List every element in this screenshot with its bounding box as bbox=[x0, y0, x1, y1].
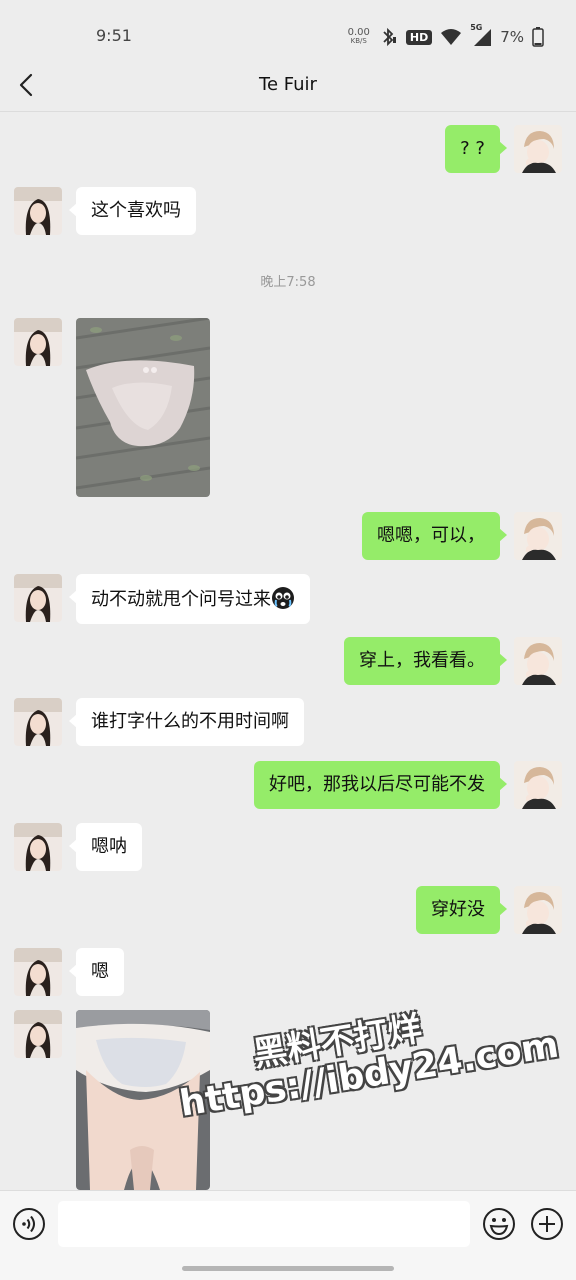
chat-header: Te Fuir bbox=[0, 60, 576, 112]
contact-avatar[interactable] bbox=[14, 823, 62, 871]
contact-avatar[interactable] bbox=[14, 187, 62, 235]
message-text: 动不动就甩个问号过来 bbox=[91, 589, 271, 610]
crying-face-icon bbox=[272, 587, 294, 609]
chat-title: Te Fuir bbox=[259, 74, 317, 95]
message-bubble-received[interactable]: 嗯呐 bbox=[69, 823, 142, 871]
my-avatar[interactable] bbox=[514, 125, 562, 173]
contact-avatar[interactable] bbox=[14, 698, 62, 746]
message-bubble-received[interactable]: 谁打字什么的不用时间啊 bbox=[69, 698, 304, 746]
bluetooth-icon bbox=[383, 27, 396, 47]
contact-avatar[interactable] bbox=[14, 1010, 62, 1058]
message-bubble-received[interactable]: 动不动就甩个问号过来 bbox=[69, 574, 310, 624]
message-bubble-sent[interactable]: 穿好没 bbox=[416, 886, 507, 934]
home-indicator[interactable] bbox=[182, 1266, 394, 1271]
message-timestamp: 晚上7:58 bbox=[260, 275, 316, 290]
emoji-icon[interactable] bbox=[482, 1207, 516, 1241]
message-image[interactable] bbox=[76, 318, 210, 497]
status-time: 9:51 bbox=[96, 26, 132, 45]
voice-icon[interactable] bbox=[12, 1207, 46, 1241]
contact-avatar[interactable] bbox=[14, 574, 62, 622]
battery-icon bbox=[532, 27, 544, 47]
message-bubble-sent[interactable]: 好吧，那我以后尽可能不发 bbox=[254, 761, 507, 809]
cellular-signal: 5G bbox=[470, 23, 492, 47]
plus-icon[interactable] bbox=[530, 1207, 564, 1241]
my-avatar[interactable] bbox=[514, 761, 562, 809]
network-speed-unit: KB/S bbox=[350, 37, 367, 45]
wifi-icon bbox=[441, 29, 462, 45]
network-speed: 0.00 KB/S bbox=[348, 28, 370, 46]
network-speed-value: 0.00 bbox=[347, 27, 370, 38]
message-bubble-received[interactable]: 嗯 bbox=[69, 948, 124, 996]
my-avatar[interactable] bbox=[514, 886, 562, 934]
message-input[interactable] bbox=[58, 1201, 470, 1247]
signal-icon bbox=[474, 29, 492, 46]
message-image[interactable] bbox=[76, 1010, 210, 1190]
message-bubble-received[interactable]: 这个喜欢吗 bbox=[69, 187, 196, 235]
message-bubble-sent[interactable]: ? ? bbox=[445, 125, 507, 173]
contact-avatar[interactable] bbox=[14, 948, 62, 996]
message-list[interactable]: ? ? 这个喜欢吗 晚上7:58 嗯嗯，可以， 动不动就甩个问号过来 穿上，我看… bbox=[0, 112, 576, 1190]
status-icons: 0.00 KB/S HD 5G 7% bbox=[348, 22, 544, 52]
contact-avatar[interactable] bbox=[14, 318, 62, 366]
chat-screen: 9:51 0.00 KB/S HD 5G 7% Te Fuir ? ? 这个喜欢… bbox=[0, 0, 576, 1280]
battery-percent: 7% bbox=[500, 28, 524, 46]
message-bubble-sent[interactable]: 嗯嗯，可以， bbox=[362, 512, 507, 560]
hd-badge: HD bbox=[405, 29, 433, 45]
message-bubble-sent[interactable]: 穿上，我看看。 bbox=[344, 637, 507, 685]
my-avatar[interactable] bbox=[514, 637, 562, 685]
my-avatar[interactable] bbox=[514, 512, 562, 560]
